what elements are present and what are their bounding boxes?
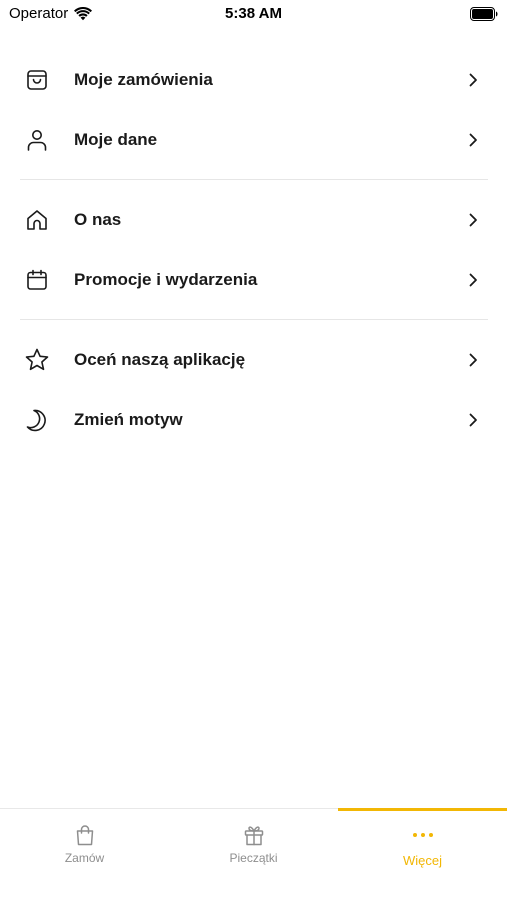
- calendar-icon: [24, 267, 50, 293]
- menu-group-app: Oceń naszą aplikację Zmień motyw: [0, 330, 507, 450]
- active-tab-indicator: [338, 808, 507, 811]
- menu-group-info: O nas Promocje i wydarzenia: [0, 190, 507, 310]
- menu-item-label: Promocje i wydarzenia: [74, 270, 258, 289]
- divider: [20, 179, 488, 180]
- menu-item-label: Oceń naszą aplikację: [74, 350, 246, 369]
- tab-label: Więcej: [402, 853, 442, 868]
- chevron-right-icon: [469, 133, 477, 147]
- menu-group-account: Moje zamówienia Moje dane: [0, 50, 507, 170]
- battery-icon: [470, 7, 498, 21]
- more-screen: Operator 5:38 AM Moje zamówienia Moje da…: [0, 0, 507, 900]
- menu-item-rate-app[interactable]: Oceń naszą aplikację: [0, 330, 507, 390]
- menu-item-promotions[interactable]: Promocje i wydarzenia: [0, 250, 507, 310]
- chevron-right-icon: [469, 213, 477, 227]
- chevron-right-icon: [469, 413, 477, 427]
- menu-item-about-us[interactable]: O nas: [0, 190, 507, 250]
- shopping-bag-icon: [74, 824, 96, 846]
- chevron-right-icon: [469, 353, 477, 367]
- more-dots-icon: [412, 824, 434, 846]
- gift-icon: [243, 824, 265, 846]
- shopping-bag-icon: [24, 67, 50, 93]
- menu-item-label: Moje zamówienia: [74, 70, 213, 89]
- chevron-right-icon: [469, 273, 477, 287]
- menu-item-label: Moje dane: [74, 130, 158, 149]
- moon-icon: [24, 407, 50, 433]
- tab-label: Zamów: [64, 851, 105, 865]
- chevron-right-icon: [469, 73, 477, 87]
- status-bar: Operator 5:38 AM: [0, 0, 507, 28]
- tab-bar: Zamów Pieczątki Więcej: [0, 808, 507, 900]
- tab-more[interactable]: Więcej: [338, 808, 507, 900]
- menu-item-my-orders[interactable]: Moje zamówienia: [0, 50, 507, 110]
- user-icon: [24, 127, 50, 153]
- menu-item-label: O nas: [74, 210, 122, 229]
- status-time: 5:38 AM: [225, 5, 282, 22]
- menu-item-change-theme[interactable]: Zmień motyw: [0, 390, 507, 450]
- tab-label: Pieczątki: [229, 851, 278, 865]
- tab-order[interactable]: Zamów: [0, 809, 169, 900]
- menu-item-label: Zmień motyw: [74, 410, 183, 429]
- tab-stamps[interactable]: Pieczątki: [169, 809, 338, 900]
- menu-item-my-data[interactable]: Moje dane: [0, 110, 507, 170]
- home-icon: [24, 207, 50, 233]
- star-icon: [24, 347, 50, 373]
- divider: [20, 319, 488, 320]
